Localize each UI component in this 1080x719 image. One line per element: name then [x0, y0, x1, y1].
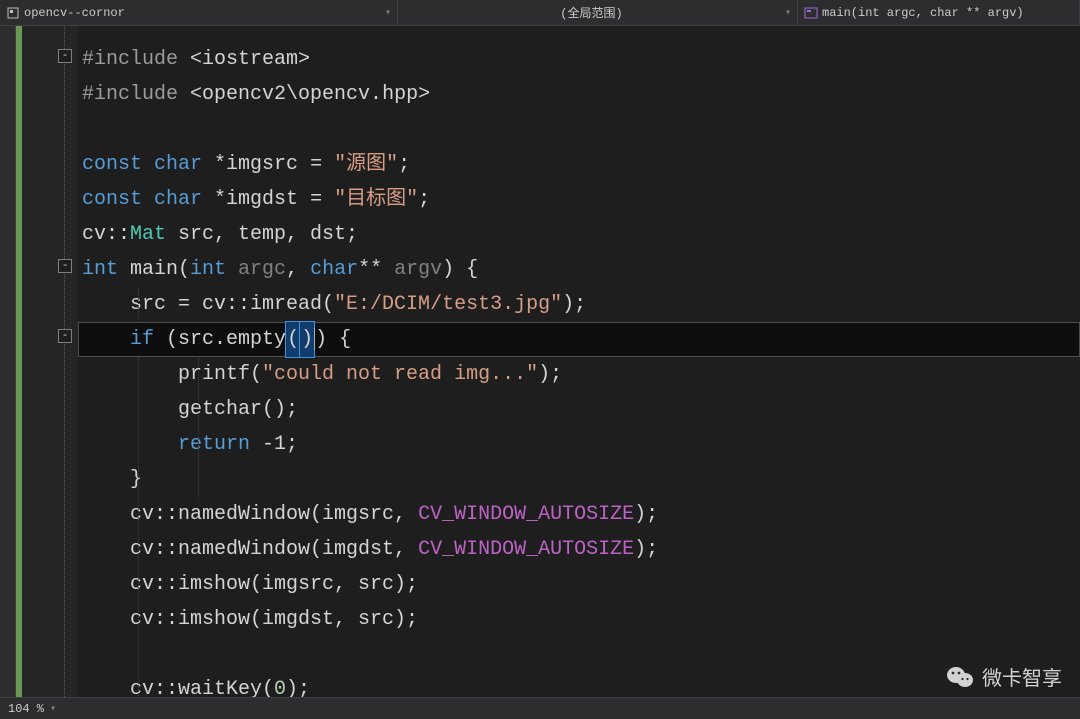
fold-toggle[interactable]: - [58, 49, 72, 63]
chevron-down-icon: ▾ [385, 7, 391, 19]
project-name: opencv--cornor [24, 6, 125, 20]
code-line: src = cv::imread("E:/DCIM/test3.jpg"); [78, 287, 1080, 322]
navigation-bar: opencv--cornor ▾ (全局范围) ▾ main(int argc,… [0, 0, 1080, 26]
project-dropdown[interactable]: opencv--cornor ▾ [0, 0, 398, 25]
code-editor[interactable]: - - - #include <iostream> #include <open… [0, 26, 1080, 697]
wechat-icon [946, 665, 974, 689]
code-line: if (src.empty()) { [78, 322, 1080, 357]
code-area[interactable]: #include <iostream> #include <opencv2\op… [78, 26, 1080, 697]
code-line: cv::Mat src, temp, dst; [78, 217, 1080, 252]
code-line: #include <iostream> [78, 42, 1080, 77]
code-line [78, 112, 1080, 147]
code-line [78, 637, 1080, 672]
fold-guide-line [64, 26, 65, 697]
watermark-text: 微卡智享 [982, 662, 1062, 691]
chevron-down-icon[interactable]: ▾ [50, 703, 56, 715]
symbol-dropdown[interactable]: main(int argc, char ** argv) [798, 0, 1080, 25]
chevron-down-icon: ▾ [785, 7, 791, 19]
indent-guide [198, 358, 199, 498]
code-line: cv::namedWindow(imgdst, CV_WINDOW_AUTOSI… [78, 532, 1080, 567]
code-line: #include <opencv2\opencv.hpp> [78, 77, 1080, 112]
function-icon [804, 6, 818, 20]
code-line: return -1; [78, 427, 1080, 462]
change-indicator-bar [16, 26, 22, 697]
fold-toggle[interactable]: - [58, 259, 72, 273]
gutter: - - - [16, 26, 78, 697]
code-line: printf("could not read img..."); [78, 357, 1080, 392]
fold-toggle[interactable]: - [58, 329, 72, 343]
bracket-match: ( [286, 322, 300, 357]
code-line: cv::namedWindow(imgsrc, CV_WINDOW_AUTOSI… [78, 497, 1080, 532]
watermark: 微卡智享 [946, 662, 1062, 691]
scope-dropdown[interactable]: (全局范围) ▾ [398, 0, 798, 25]
symbol-name: main(int argc, char ** argv) [822, 6, 1024, 20]
vertical-scrollbar[interactable] [0, 26, 16, 697]
code-line: cv::imshow(imgsrc, src); [78, 567, 1080, 602]
code-line: cv::imshow(imgdst, src); [78, 602, 1080, 637]
scope-label: (全局范围) [560, 4, 622, 21]
status-bar: 104 % ▾ [0, 697, 1080, 719]
zoom-level[interactable]: 104 % [8, 702, 44, 716]
code-line: getchar(); [78, 392, 1080, 427]
project-icon [6, 6, 20, 20]
code-line: int main(int argc, char** argv) { [78, 252, 1080, 287]
code-line: const char *imgdst = "目标图"; [78, 182, 1080, 217]
code-line: } [78, 462, 1080, 497]
bracket-match: ) [300, 322, 314, 357]
code-line: const char *imgsrc = "源图"; [78, 147, 1080, 182]
